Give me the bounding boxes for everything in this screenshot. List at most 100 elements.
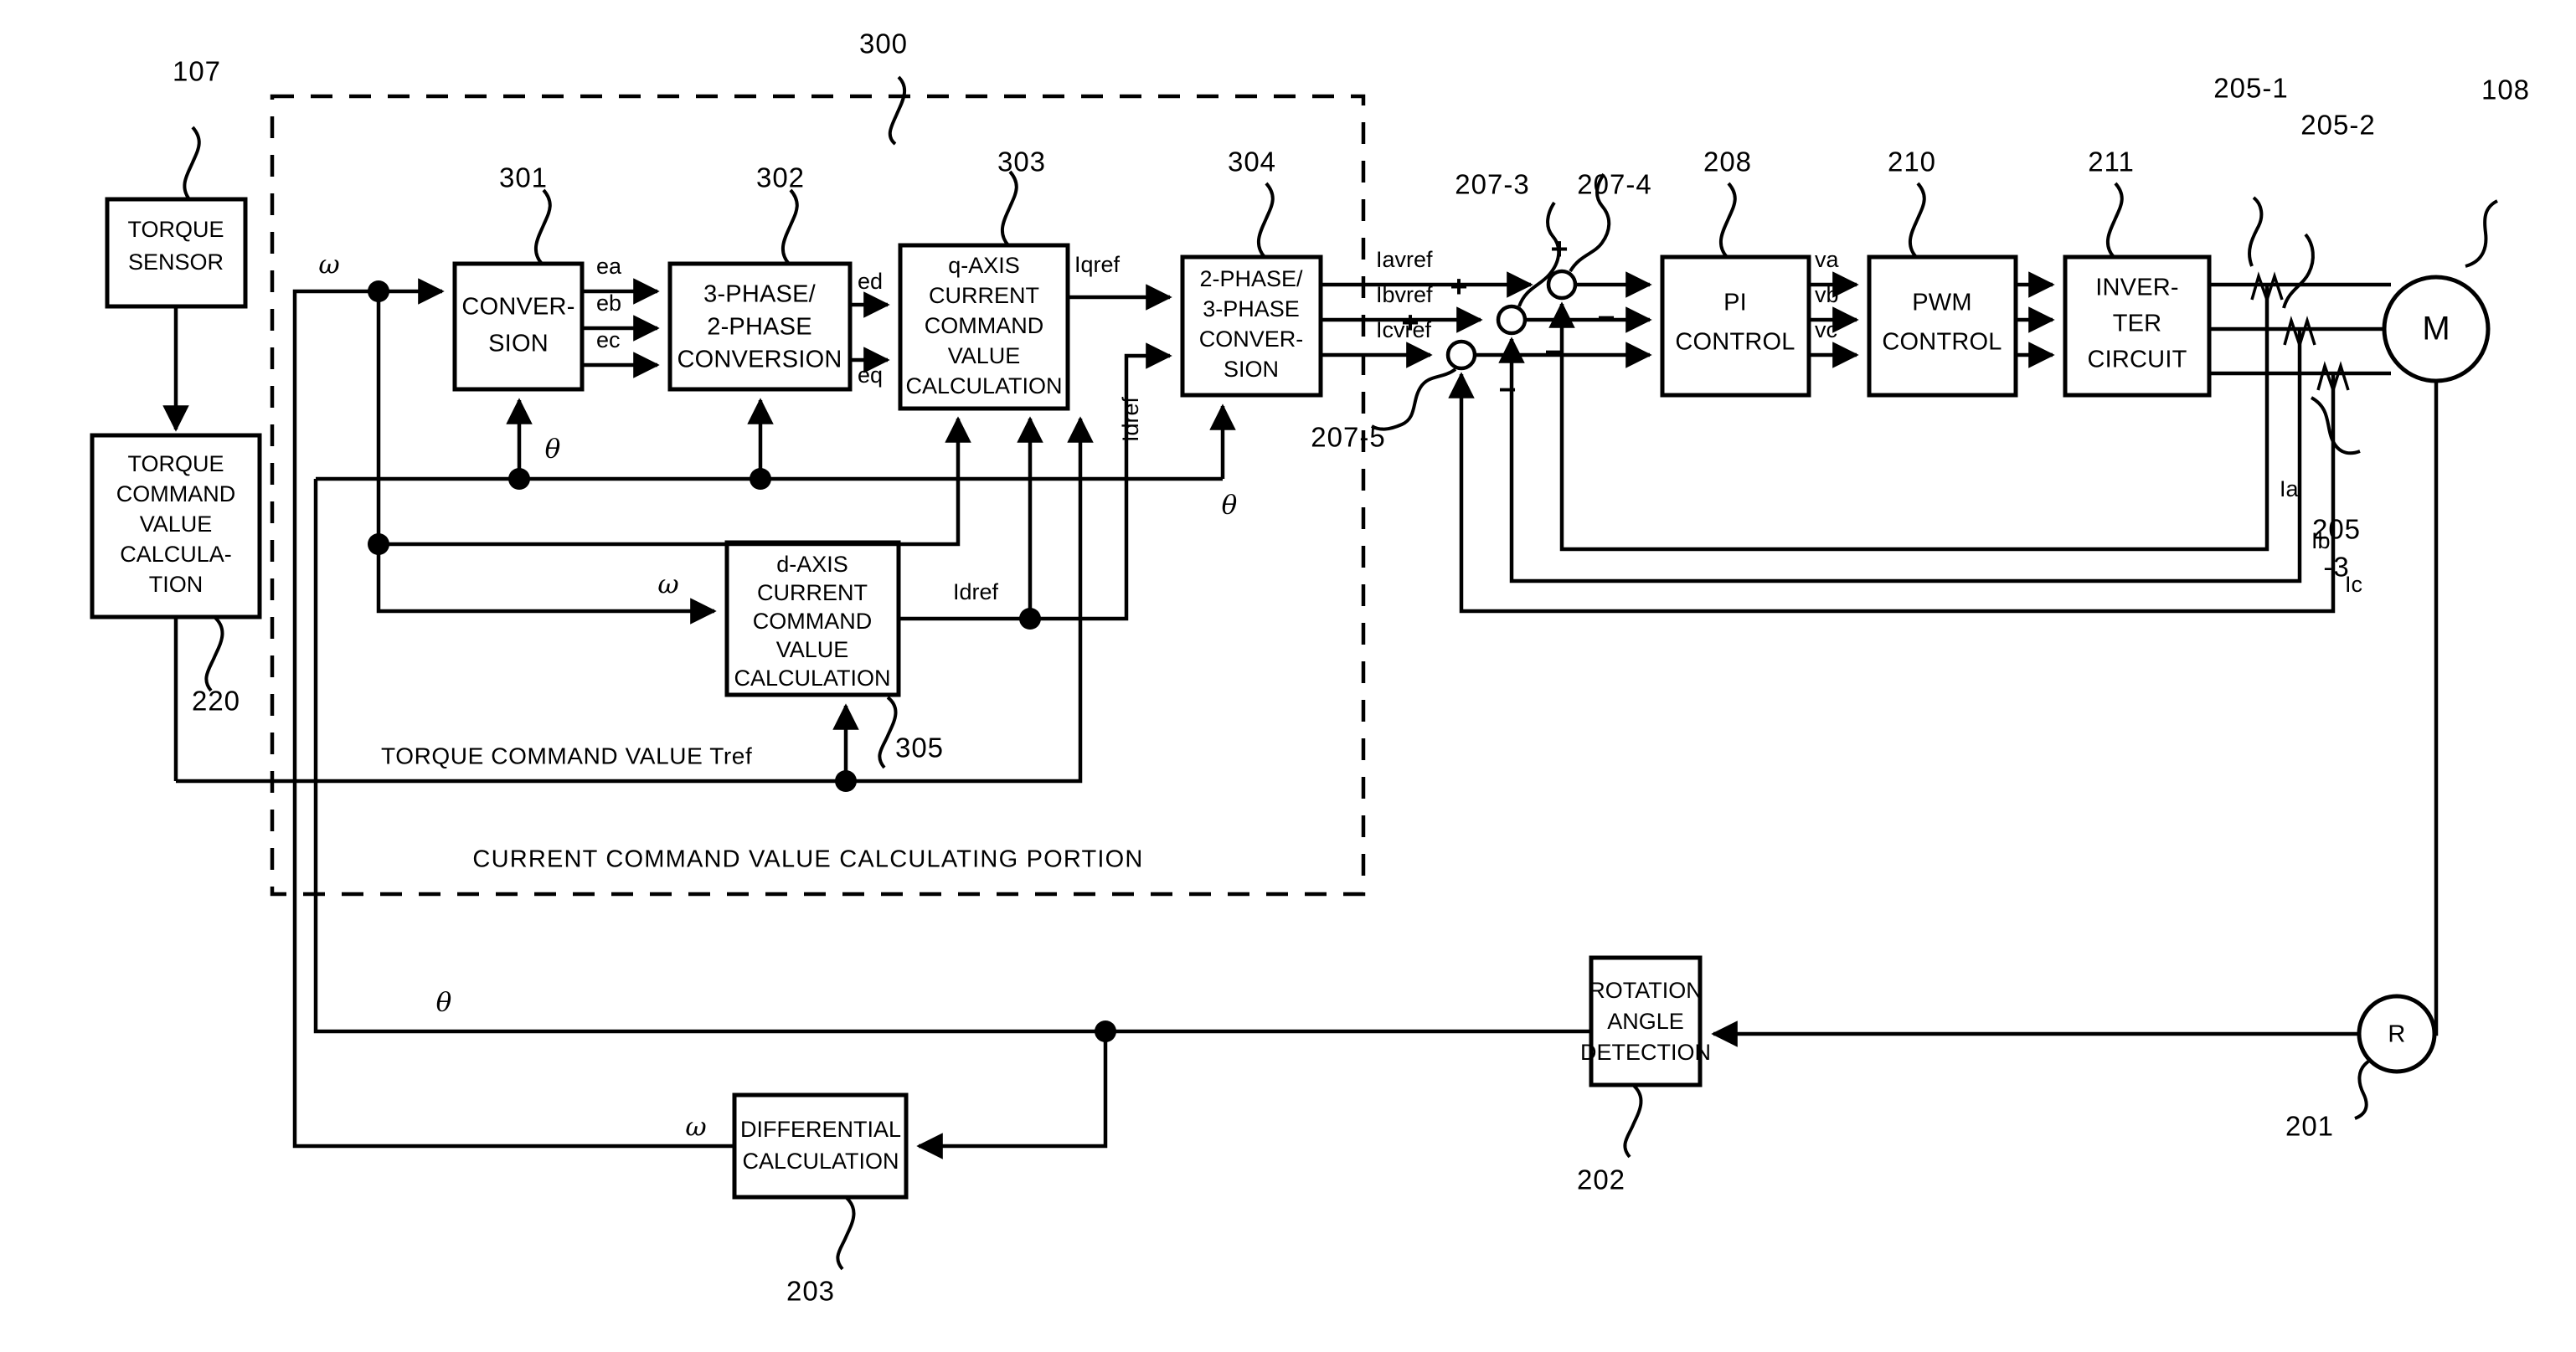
pwm-line-2: CONTROL: [1882, 329, 2002, 356]
sign-minus-207-4: −: [1597, 301, 1615, 335]
summing-junction-207-4: [1546, 269, 1578, 301]
daxis-line-5: CALCULATION: [734, 666, 890, 691]
ref-300: 300: [859, 28, 908, 59]
inv-line-1: INVER-: [2095, 275, 2179, 301]
ref-202: 202: [1577, 1164, 1625, 1195]
sign-plus-207-4: +: [1550, 232, 1568, 266]
resolver-label: R: [2388, 1021, 2405, 1048]
leader-108: [2465, 199, 2499, 268]
conversion-block: [452, 261, 585, 392]
wire-ic-feedback: [1459, 373, 2336, 614]
label-iqref: Iqref: [1074, 252, 1121, 277]
ref-107: 107: [173, 56, 221, 87]
torque-sensor-label-line-2: SENSOR: [128, 249, 224, 275]
leader-301: [533, 188, 552, 265]
torque-command-value-tref-label: TORQUE COMMAND VALUE Tref: [381, 743, 752, 769]
rad-line-3: DETECTION: [1580, 1040, 1711, 1065]
ref-207-4: 207-4: [1577, 169, 1651, 200]
tt3-line-1: 2-PHASE/: [1199, 266, 1303, 291]
leader-208: [1718, 182, 1737, 259]
diff-line-1: DIFFERENTIAL: [740, 1117, 901, 1142]
label-ia: Ia: [2280, 476, 2300, 501]
ref-207-5: 207-5: [1311, 422, 1385, 453]
leader-300: [888, 75, 907, 146]
leader-211: [2105, 182, 2124, 259]
t2p-line-2: 2-PHASE: [707, 314, 812, 341]
leader-220: [204, 615, 224, 692]
conversion-line-2: SION: [488, 331, 549, 357]
wire-motor-shaft: [2434, 381, 2439, 1036]
omega-label-conversion: ω: [318, 250, 339, 280]
patent-figure-canvas: 300 TORQUE SENSOR 107 TORQUE COMMAND VAL…: [0, 0, 2576, 1352]
sign-minus-207-5: −: [1498, 373, 1516, 407]
tcvc-line-4: CALCULA-: [120, 542, 232, 567]
qaxis-line-5: CALCULATION: [905, 373, 1062, 398]
leader-202: [1623, 1083, 1643, 1159]
label-ea: ea: [596, 254, 622, 279]
ref-208: 208: [1703, 147, 1752, 177]
inv-line-2: TER: [2113, 311, 2162, 337]
qaxis-line-4: VALUE: [948, 343, 1021, 368]
ref-205-1: 205-1: [2213, 73, 2288, 104]
label-eq: eq: [858, 362, 883, 388]
leader-205-1: [2248, 196, 2264, 267]
label-vb: vb: [1815, 282, 1839, 307]
ref-201: 201: [2285, 1111, 2334, 1142]
ref-108: 108: [2481, 75, 2530, 105]
leader-302: [781, 188, 799, 265]
leader-205-3: [2310, 396, 2361, 455]
tcvc-line-3: VALUE: [140, 511, 213, 537]
label-vc: vc: [1815, 317, 1837, 342]
tcvc-line-1: TORQUE: [127, 451, 224, 476]
label-iavref: Iavref: [1376, 247, 1433, 272]
leader-210: [1908, 182, 1926, 259]
rad-line-1: ROTATION: [1589, 978, 1703, 1003]
pwm-line-1: PWM: [1912, 290, 1971, 316]
summing-junction-207-3: [1496, 304, 1528, 336]
label-ec: ec: [596, 327, 621, 352]
leader-303: [1000, 170, 1018, 247]
daxis-line-2: CURRENT: [757, 580, 868, 605]
summing-junction-207-5: [1445, 339, 1477, 371]
pi-line-2: CONTROL: [1675, 329, 1795, 356]
ref-207-3: 207-3: [1455, 169, 1529, 200]
theta-label-conversion: θ: [545, 434, 561, 465]
leader-107: [183, 126, 201, 201]
current-command-group-boundary: [270, 94, 1366, 897]
ref-210: 210: [1888, 147, 1936, 177]
pi-line-1: PI: [1723, 290, 1747, 316]
tt3-line-2: 3-PHASE: [1203, 296, 1300, 321]
label-va: va: [1815, 247, 1840, 272]
leader-203: [836, 1195, 856, 1271]
label-ed: ed: [858, 269, 883, 294]
label-idref-vertical: Idref: [1118, 396, 1143, 442]
daxis-line-3: COMMAND: [753, 609, 873, 634]
daxis-line-4: VALUE: [776, 637, 849, 662]
label-ibvref: Ibvref: [1376, 282, 1433, 307]
ref-205-2: 205-2: [2300, 110, 2375, 141]
tcvc-line-5: TION: [149, 572, 204, 597]
sign-plus-207-3: +: [1450, 270, 1467, 304]
block-diagram-svg: 300 TORQUE SENSOR 107 TORQUE COMMAND VAL…: [90, 28, 2530, 1307]
tcvc-line-2: COMMAND: [116, 481, 236, 506]
conversion-line-1: CONVER-: [461, 294, 574, 321]
wire-theta-to-303: [379, 416, 971, 547]
omega-label-diff: ω: [685, 1113, 706, 1143]
ref-305: 305: [895, 733, 944, 763]
label-idref-out: Idref: [953, 579, 999, 604]
qaxis-line-1: q-AXIS: [948, 253, 1020, 278]
leader-207-5: [1370, 368, 1457, 431]
theta-label-bottom: θ: [436, 988, 452, 1018]
daxis-line-1: d-AXIS: [776, 552, 848, 577]
theta-label-304: θ: [1222, 491, 1238, 521]
ref-302: 302: [756, 162, 805, 193]
differential-calculation-block: [732, 1092, 909, 1200]
ref-301: 301: [499, 162, 548, 193]
qaxis-line-3: COMMAND: [925, 313, 1044, 338]
leader-304: [1256, 182, 1275, 259]
sign-minus-207-3: −: [1544, 335, 1562, 369]
ref-303: 303: [997, 147, 1046, 177]
t2p-line-3: CONVERSION: [677, 347, 842, 373]
torque-sensor-label-line-1: TORQUE: [127, 217, 224, 242]
wire-omega-bus: [292, 289, 734, 1149]
